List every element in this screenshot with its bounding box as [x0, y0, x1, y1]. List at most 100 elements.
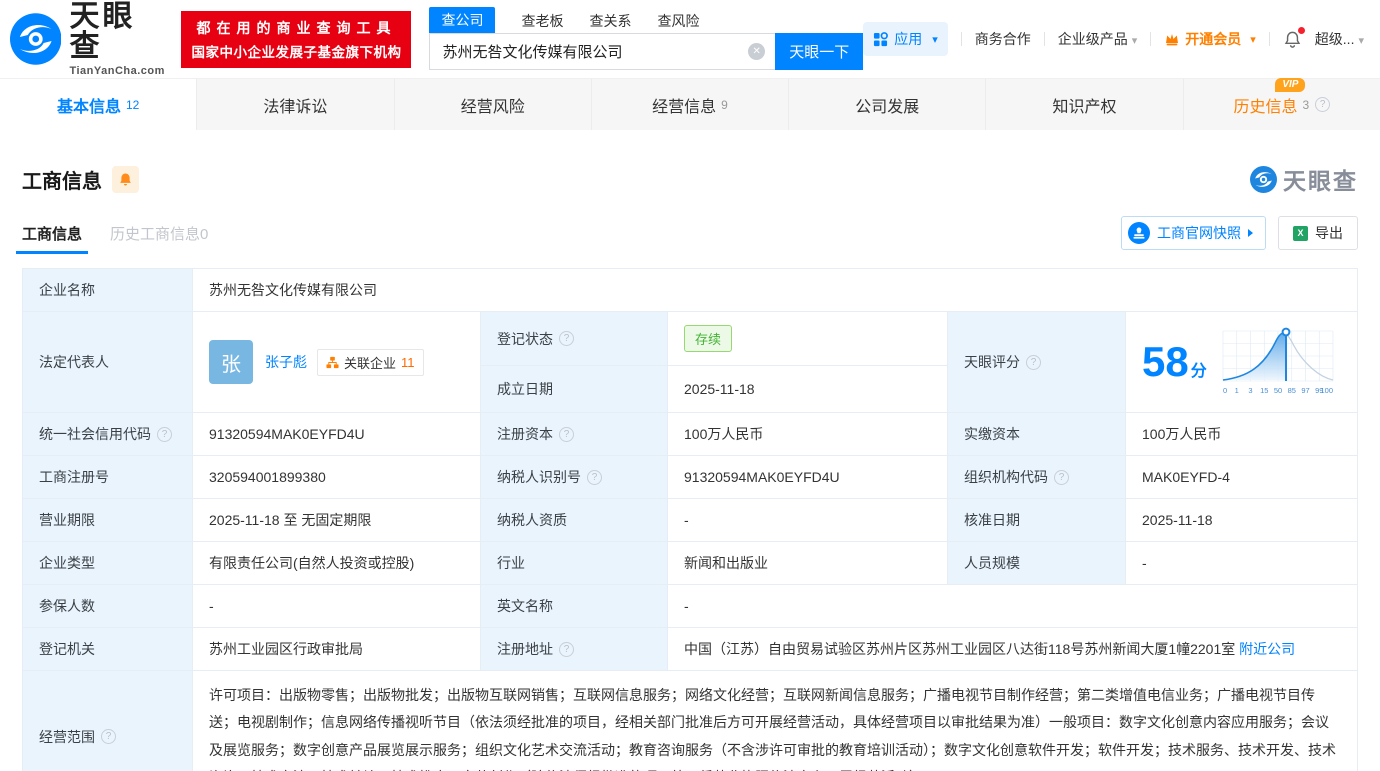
score-help-icon[interactable]: [1026, 355, 1041, 370]
search-tab-risk[interactable]: 查风险: [657, 9, 699, 33]
subtab-history-business-info[interactable]: 历史工商信息0: [110, 223, 208, 254]
slogan-line1: 都在用的商业查询工具: [191, 18, 401, 38]
business-scope-label-text: 经营范围: [39, 727, 95, 747]
divider: [1044, 32, 1045, 46]
score-tick: 50: [1274, 386, 1282, 395]
industry-label: 行业: [481, 542, 668, 585]
divider: [1269, 32, 1270, 46]
credit-code-help-icon[interactable]: [157, 427, 172, 442]
reg-status-value: 存续: [668, 312, 948, 366]
subscribe-bell-button[interactable]: [112, 166, 139, 193]
table-row: 营业期限 2025-11-18 至 无固定期限 纳税人资质 - 核准日期 202…: [23, 499, 1358, 542]
search-button[interactable]: 天眼一下: [775, 33, 863, 70]
tab-basic-info-count: 12: [126, 98, 139, 112]
nav-biz-cooperation[interactable]: 商务合作: [975, 29, 1031, 49]
watermark-logo-icon: [1250, 166, 1277, 193]
tab-history-vip-badge: VIP: [1275, 78, 1305, 92]
apps-grid-icon: [873, 32, 888, 47]
logo-name: 天眼查: [69, 2, 167, 62]
taxpayer-id-label: 纳税人识别号: [481, 456, 668, 499]
tab-history-info[interactable]: 历史信息 VIP 3: [1184, 79, 1380, 130]
approval-date-label: 核准日期: [948, 499, 1126, 542]
reg-authority-value: 苏州工业园区行政审批局: [193, 628, 481, 671]
tab-legal-litigation-label: 法律诉讼: [263, 93, 327, 117]
search-tab-company[interactable]: 查公司: [429, 7, 495, 33]
apps-label: 应用: [894, 29, 922, 49]
reg-capital-help-icon[interactable]: [559, 427, 574, 442]
open-vip-link[interactable]: 开通会员: [1164, 29, 1256, 49]
export-button[interactable]: 导出: [1278, 216, 1358, 250]
nav-enterprise-product[interactable]: 企业级产品: [1058, 29, 1138, 49]
table-row: 法定代表人 张 张子彪 关联企业: [23, 312, 1358, 366]
stamp-icon: [1128, 222, 1150, 244]
history-info-help-icon[interactable]: [1315, 97, 1330, 112]
reg-address-help-icon[interactable]: [559, 642, 574, 657]
slogan-line2: 国家中小企业发展子基金旗下机构: [191, 41, 401, 61]
score-tick: 100: [1320, 386, 1333, 395]
logo-text: 天眼查 TianYanCha.com: [69, 2, 167, 77]
tianyancha-watermark: 天眼查: [1250, 162, 1358, 196]
credit-code-value: 91320594MAK0EYFD4U: [193, 413, 481, 456]
tianyancha-logo[interactable]: 天眼查 TianYanCha.com: [10, 2, 167, 77]
related-companies-badge[interactable]: 关联企业 11: [317, 349, 424, 376]
taxpayer-id-help-icon[interactable]: [587, 470, 602, 485]
user-account-menu[interactable]: 超级...: [1315, 29, 1364, 49]
industry-value: 新闻和出版业: [668, 542, 948, 585]
org-code-help-icon[interactable]: [1054, 470, 1069, 485]
insured-count-label: 参保人数: [23, 585, 193, 628]
reg-address-label-text: 注册地址: [497, 639, 553, 659]
notifications-bell[interactable]: [1283, 30, 1302, 49]
company-type-label: 企业类型: [23, 542, 193, 585]
section-title: 工商信息: [22, 165, 102, 194]
establish-date-value: 2025-11-18: [668, 366, 948, 413]
business-info-table: 企业名称 苏州无咎文化传媒有限公司 法定代表人 张 张子彪: [22, 268, 1358, 771]
divider: [1150, 32, 1151, 46]
tab-operating-risk[interactable]: 经营风险: [395, 79, 592, 130]
tab-intellectual-property-label: 知识产权: [1053, 93, 1117, 117]
tab-basic-info[interactable]: 基本信息 12: [0, 79, 197, 130]
taxpayer-id-label-text: 纳税人识别号: [497, 467, 581, 487]
paid-capital-label: 实缴资本: [948, 413, 1126, 456]
company-type-value: 有限责任公司(自然人投资或控股): [193, 542, 481, 585]
business-scope-label: 经营范围: [23, 671, 193, 771]
business-term-value: 2025-11-18 至 无固定期限: [193, 499, 481, 542]
business-scope-help-icon[interactable]: [101, 729, 116, 744]
tab-operating-info[interactable]: 经营信息 9: [592, 79, 789, 130]
vip-crown-icon: [1164, 31, 1180, 47]
company-name-label: 企业名称: [23, 269, 193, 312]
tab-operating-risk-label: 经营风险: [461, 93, 525, 117]
subtab-business-info[interactable]: 工商信息: [22, 223, 82, 254]
legal-rep-label: 法定代表人: [23, 312, 193, 413]
business-scope-value: 许可项目：出版物零售；出版物批发；出版物互联网销售；互联网信息服务；网络文化经营…: [193, 671, 1358, 771]
table-row: 工商注册号 320594001899380 纳税人识别号 91320594MAK…: [23, 456, 1358, 499]
taxpayer-id-value: 91320594MAK0EYFD4U: [668, 456, 948, 499]
table-row: 经营范围 许可项目：出版物零售；出版物批发；出版物互联网销售；互联网信息服务；网…: [23, 671, 1358, 771]
insured-count-value: -: [193, 585, 481, 628]
table-row: 登记机关 苏州工业园区行政审批局 注册地址 中国（江苏）自由贸易试验区苏州片区苏…: [23, 628, 1358, 671]
nearby-companies-link[interactable]: 附近公司: [1239, 641, 1295, 657]
score-tick: 3: [1248, 386, 1252, 395]
tab-operating-info-count: 9: [721, 98, 728, 112]
tab-intellectual-property[interactable]: 知识产权: [986, 79, 1183, 130]
paid-capital-value: 100万人民币: [1126, 413, 1358, 456]
search-tab-boss[interactable]: 查老板: [521, 9, 563, 33]
clear-search-icon[interactable]: [748, 43, 765, 60]
section-buttons: 工商官网快照 导出: [1121, 216, 1358, 254]
reg-address-label: 注册地址: [481, 628, 668, 671]
reg-status-help-icon[interactable]: [559, 331, 574, 346]
tab-company-development[interactable]: 公司发展: [789, 79, 986, 130]
reg-status-label-text: 登记状态: [497, 329, 553, 349]
search-tabs: 查公司 查老板 查关系 查风险: [429, 9, 863, 33]
official-snapshot-button[interactable]: 工商官网快照: [1121, 216, 1266, 250]
subtab-row: 工商信息 历史工商信息0 工商官网快照 导出: [22, 216, 1358, 254]
legal-rep-name-link[interactable]: 张子彪: [265, 352, 307, 372]
score-label: 天眼评分: [948, 312, 1126, 413]
tab-company-development-label: 公司发展: [855, 93, 919, 117]
apps-menu[interactable]: 应用: [863, 22, 948, 56]
legal-rep-avatar[interactable]: 张: [209, 340, 253, 384]
search-input[interactable]: [430, 34, 775, 69]
tab-operating-info-label: 经营信息: [652, 93, 716, 117]
reg-status-label: 登记状态: [481, 312, 668, 366]
search-tab-relation[interactable]: 查关系: [589, 9, 631, 33]
tab-legal-litigation[interactable]: 法律诉讼: [197, 79, 394, 130]
